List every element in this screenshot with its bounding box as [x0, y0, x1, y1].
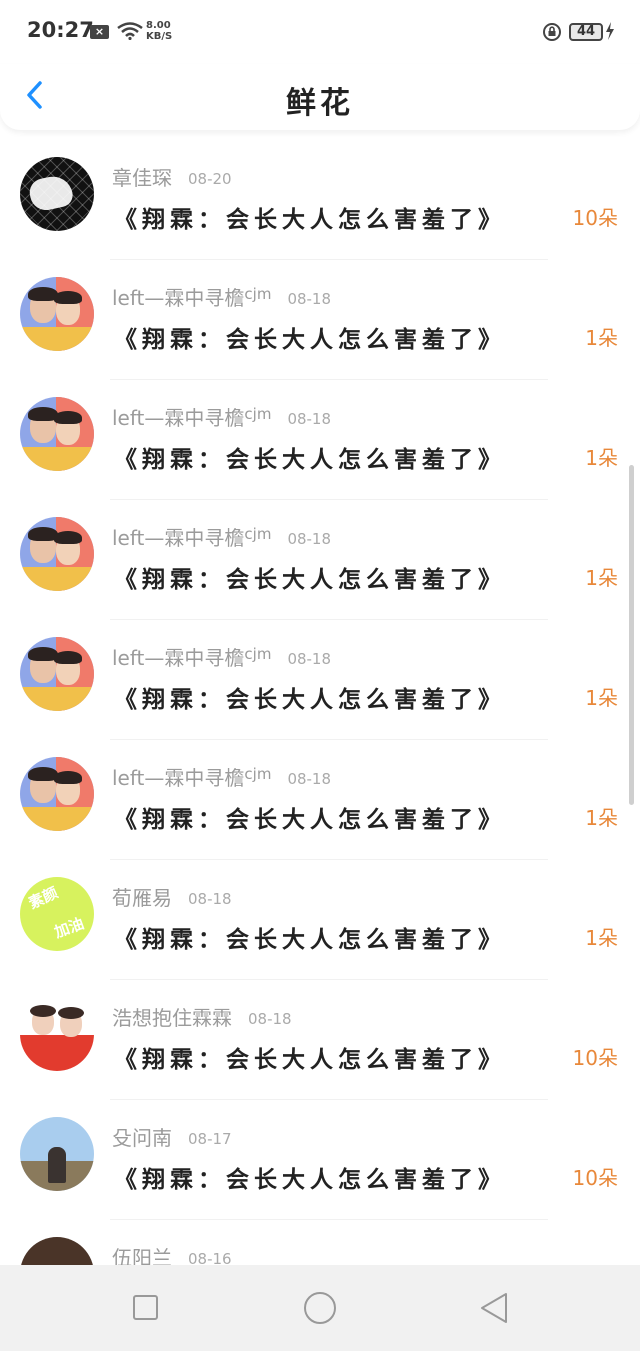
book-title: 《翔霖：会长大人怎么害羞了》 [114, 447, 506, 473]
gift-date: 08-18 [248, 1010, 292, 1028]
recent-apps-square-icon[interactable] [133, 1295, 158, 1320]
wifi-icon [117, 22, 143, 40]
scrollbar[interactable] [629, 465, 634, 805]
duo-avatar[interactable] [20, 397, 94, 471]
gift-date: 08-18 [287, 650, 332, 668]
page-title: 鲜花 [286, 86, 354, 121]
book-title: 《翔霖：会长大人怎么害羞了》 [114, 687, 506, 713]
flower-count: 1朵 [585, 686, 618, 710]
sky-avatar[interactable] [20, 1117, 94, 1191]
net-speed-value: 8.00 [146, 20, 171, 31]
duo-avatar[interactable] [20, 517, 94, 591]
list-item[interactable]: 殳问南 08-17 《翔霖：会长大人怎么害羞了》 10朵 [0, 1100, 640, 1220]
net-speed: 8.00 KB/S [146, 20, 172, 42]
status-bar: 20:27 × 8.00 KB/S 44 [0, 0, 640, 64]
red-avatar[interactable] [20, 997, 94, 1071]
avatar-text: 加油 [51, 914, 87, 942]
book-title: 《翔霖：会长大人怎么害羞了》 [114, 927, 506, 953]
gift-date: 08-18 [188, 890, 232, 908]
list-item[interactable]: left—霖中寻檐cjm 08-18 《翔霖：会长大人怎么害羞了》 1朵 [0, 500, 640, 620]
notification-x-icon: × [90, 25, 109, 39]
gift-date: 08-18 [287, 770, 332, 788]
flower-gift-list: 章佳琛 08-20 《翔霖：会长大人怎么害羞了》 10朵 left—霖中寻檐cjm… [0, 140, 640, 1340]
flower-count: 10朵 [572, 1046, 618, 1070]
home-circle-icon[interactable] [304, 1292, 336, 1324]
hand-avatar[interactable] [20, 157, 94, 231]
duo-avatar[interactable] [20, 277, 94, 351]
list-item[interactable]: 章佳琛 08-20 《翔霖：会长大人怎么害羞了》 10朵 [0, 140, 640, 260]
book-title: 《翔霖：会长大人怎么害羞了》 [114, 1167, 506, 1193]
flower-count: 1朵 [585, 446, 618, 470]
username: 荀雁易 08-18 [112, 886, 232, 910]
username: 浩想抱住霖霖 08-18 [112, 1006, 292, 1030]
username: left—霖中寻檐cjm 08-18 [112, 645, 332, 670]
username: left—霖中寻檐cjm 08-18 [112, 525, 332, 550]
status-time: 20:27 [27, 18, 94, 42]
system-nav-bar [0, 1265, 640, 1351]
duo-avatar[interactable] [20, 637, 94, 711]
username: 章佳琛 08-20 [112, 166, 232, 190]
book-title: 《翔霖：会长大人怎么害羞了》 [114, 1047, 506, 1073]
username: 殳问南 08-17 [112, 1126, 232, 1150]
net-speed-unit: KB/S [146, 31, 173, 42]
username: left—霖中寻檐cjm 08-18 [112, 285, 332, 310]
list-item[interactable]: left—霖中寻檐cjm 08-18 《翔霖：会长大人怎么害羞了》 1朵 [0, 740, 640, 860]
gift-date: 08-18 [287, 410, 332, 428]
book-title: 《翔霖：会长大人怎么害羞了》 [114, 207, 506, 233]
flower-count: 1朵 [585, 806, 618, 830]
green-avatar[interactable]: 素颜 加油 [20, 877, 94, 951]
list-item[interactable]: left—霖中寻檐cjm 08-18 《翔霖：会长大人怎么害羞了》 1朵 [0, 380, 640, 500]
gift-date: 08-18 [287, 530, 332, 548]
avatar-text: 素颜 [25, 883, 61, 913]
book-title: 《翔霖：会长大人怎么害羞了》 [114, 327, 506, 353]
gift-date: 08-17 [188, 1130, 232, 1148]
battery-icon: 44 [569, 23, 603, 41]
flower-count: 10朵 [572, 1166, 618, 1190]
flower-count: 1朵 [585, 326, 618, 350]
back-triangle-icon[interactable] [478, 1291, 510, 1325]
username: left—霖中寻檐cjm 08-18 [112, 765, 332, 790]
flower-count: 1朵 [585, 926, 618, 950]
charging-bolt-icon [606, 22, 614, 40]
book-title: 《翔霖：会长大人怎么害羞了》 [114, 807, 506, 833]
rotation-lock-icon [543, 23, 561, 41]
list-item[interactable]: left—霖中寻檐cjm 08-18 《翔霖：会长大人怎么害羞了》 1朵 [0, 620, 640, 740]
duo-avatar[interactable] [20, 757, 94, 831]
gift-date: 08-18 [287, 290, 332, 308]
flower-count: 1朵 [585, 566, 618, 590]
gift-date: 08-20 [188, 170, 232, 188]
list-item[interactable]: 素颜 加油 荀雁易 08-18 《翔霖：会长大人怎么害羞了》 1朵 [0, 860, 640, 980]
flower-count: 10朵 [572, 206, 618, 230]
book-title: 《翔霖：会长大人怎么害羞了》 [114, 567, 506, 593]
list-item[interactable]: left—霖中寻檐cjm 08-18 《翔霖：会长大人怎么害羞了》 1朵 [0, 260, 640, 380]
username: left—霖中寻檐cjm 08-18 [112, 405, 332, 430]
app-header: 鲜花 [0, 64, 640, 130]
list-item[interactable]: 浩想抱住霖霖 08-18 《翔霖：会长大人怎么害羞了》 10朵 [0, 980, 640, 1100]
